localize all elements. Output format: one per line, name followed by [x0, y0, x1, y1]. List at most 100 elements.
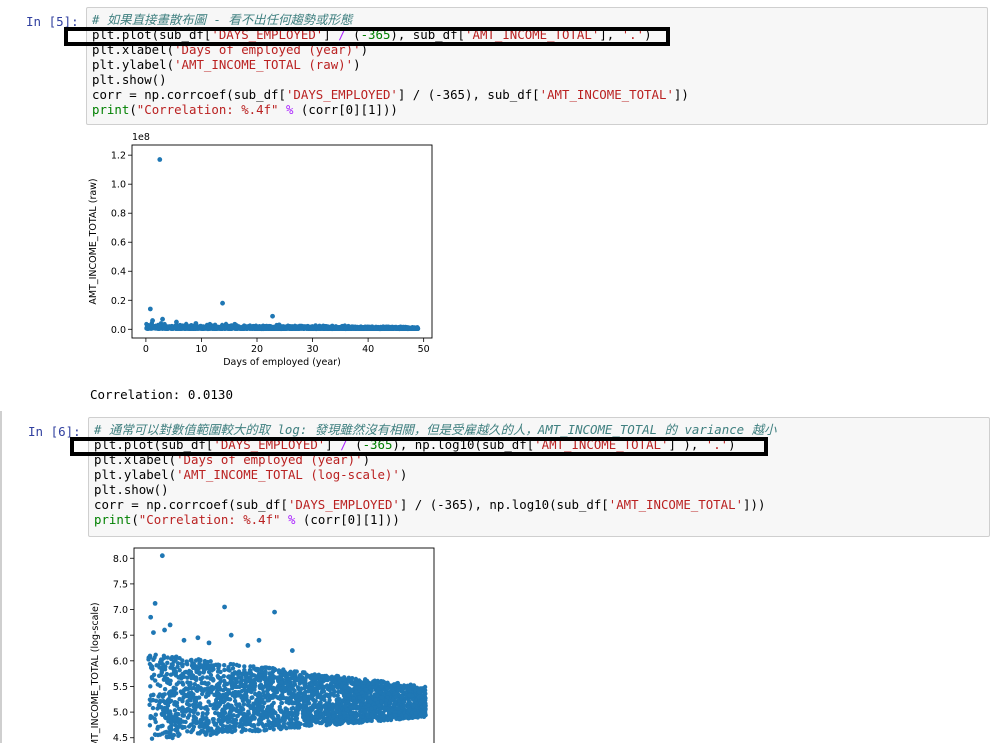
y-tick-label: 0.2 [111, 296, 126, 307]
data-point [271, 727, 276, 732]
y-tick-label: 0.6 [111, 238, 126, 249]
data-point [165, 655, 170, 660]
data-point [337, 711, 343, 716]
data-point [184, 659, 189, 664]
data-point [205, 721, 211, 726]
data-point [293, 716, 299, 721]
data-point [153, 698, 159, 703]
data-point [346, 693, 351, 698]
data-point [351, 720, 356, 726]
data-point [172, 708, 178, 713]
data-point [167, 709, 173, 714]
data-point [214, 699, 219, 705]
data-point [185, 706, 190, 712]
data-point [162, 687, 168, 692]
data-point [242, 687, 247, 692]
data-point [235, 703, 241, 708]
data-point [157, 323, 162, 329]
data-point [184, 701, 190, 706]
data-point [193, 321, 199, 326]
data-point [378, 718, 383, 723]
data-point [361, 718, 367, 723]
data-point [213, 710, 218, 716]
data-point [148, 698, 153, 703]
x-tick-label: 20 [251, 344, 263, 355]
data-point [214, 731, 219, 736]
data-point [373, 326, 378, 331]
data-point [174, 319, 179, 325]
data-point [234, 662, 239, 668]
data-point [389, 326, 394, 331]
data-point [381, 326, 386, 331]
y-tick-label: 0.4 [111, 267, 126, 278]
code-input-area[interactable]: # 通常可以對數值範圍較大的取 log: 發現雖然沒有相關，但是受雇越久的人，A… [88, 417, 990, 537]
data-point [396, 688, 401, 693]
data-point [168, 720, 174, 726]
data-point [211, 678, 216, 683]
data-point [289, 717, 294, 723]
data-point [260, 665, 265, 671]
data-point [405, 325, 410, 330]
data-point [173, 325, 178, 330]
data-point [363, 326, 368, 331]
data-point [353, 689, 359, 694]
data-point [168, 672, 174, 677]
data-point [214, 690, 220, 696]
code-input-area[interactable]: # 如果直接畫散布圖 - 看不出任何趨勢或形態 plt.plot(sub_df[… [86, 7, 988, 125]
data-point [250, 716, 255, 721]
x-tick-label: 40 [362, 344, 374, 355]
data-point [272, 694, 277, 699]
data-point [341, 719, 346, 724]
code-line-print: print("Correlation: %.4f" % (corr[0][1])… [94, 512, 400, 527]
data-point [279, 692, 285, 698]
data-point [225, 719, 230, 725]
data-point [357, 695, 362, 700]
data-point [218, 669, 223, 675]
data-point [343, 326, 348, 331]
data-point [176, 675, 181, 680]
data-point [150, 705, 156, 711]
data-point [279, 700, 284, 706]
data-point [191, 724, 197, 729]
y-tick-label: 1.2 [111, 151, 126, 162]
data-point [204, 675, 210, 680]
data-point [248, 325, 254, 330]
data-point [163, 706, 168, 712]
data-point [368, 718, 373, 723]
data-point [166, 324, 171, 330]
data-point [226, 665, 231, 670]
data-point [288, 326, 294, 331]
code-cell-6[interactable]: In [6]: # 通常可以對數值範圍較大的取 log: 發現雖然沒有相關，但是… [0, 411, 999, 743]
data-point [186, 724, 192, 729]
data-point [260, 705, 265, 710]
data-point [185, 670, 191, 675]
data-point [241, 702, 247, 707]
data-point [316, 685, 321, 690]
data-point [208, 672, 214, 678]
data-point [248, 675, 253, 680]
data-point [220, 325, 225, 330]
data-point [398, 325, 403, 331]
data-point [329, 325, 335, 330]
data-point [308, 694, 314, 699]
data-point [379, 699, 384, 705]
data-point [147, 723, 153, 728]
highlight-box [70, 437, 768, 456]
data-point [270, 670, 275, 675]
data-point [240, 683, 246, 688]
code-cell-5[interactable]: In [5]: # 如果直接畫散布圖 - 看不出任何趨勢或形態 plt.plot… [0, 0, 999, 405]
data-point [242, 693, 247, 698]
data-point [154, 663, 159, 668]
data-point [186, 325, 191, 331]
correlation-output: Correlation: 0.0130 [90, 387, 233, 402]
data-point [411, 326, 416, 331]
data-point [271, 700, 276, 706]
scatter-points [146, 553, 428, 741]
data-point [324, 701, 329, 706]
data-point [284, 326, 289, 331]
data-point [265, 693, 270, 698]
data-point [251, 664, 256, 669]
data-point [228, 712, 233, 717]
data-point [193, 326, 198, 331]
data-point [348, 325, 354, 330]
